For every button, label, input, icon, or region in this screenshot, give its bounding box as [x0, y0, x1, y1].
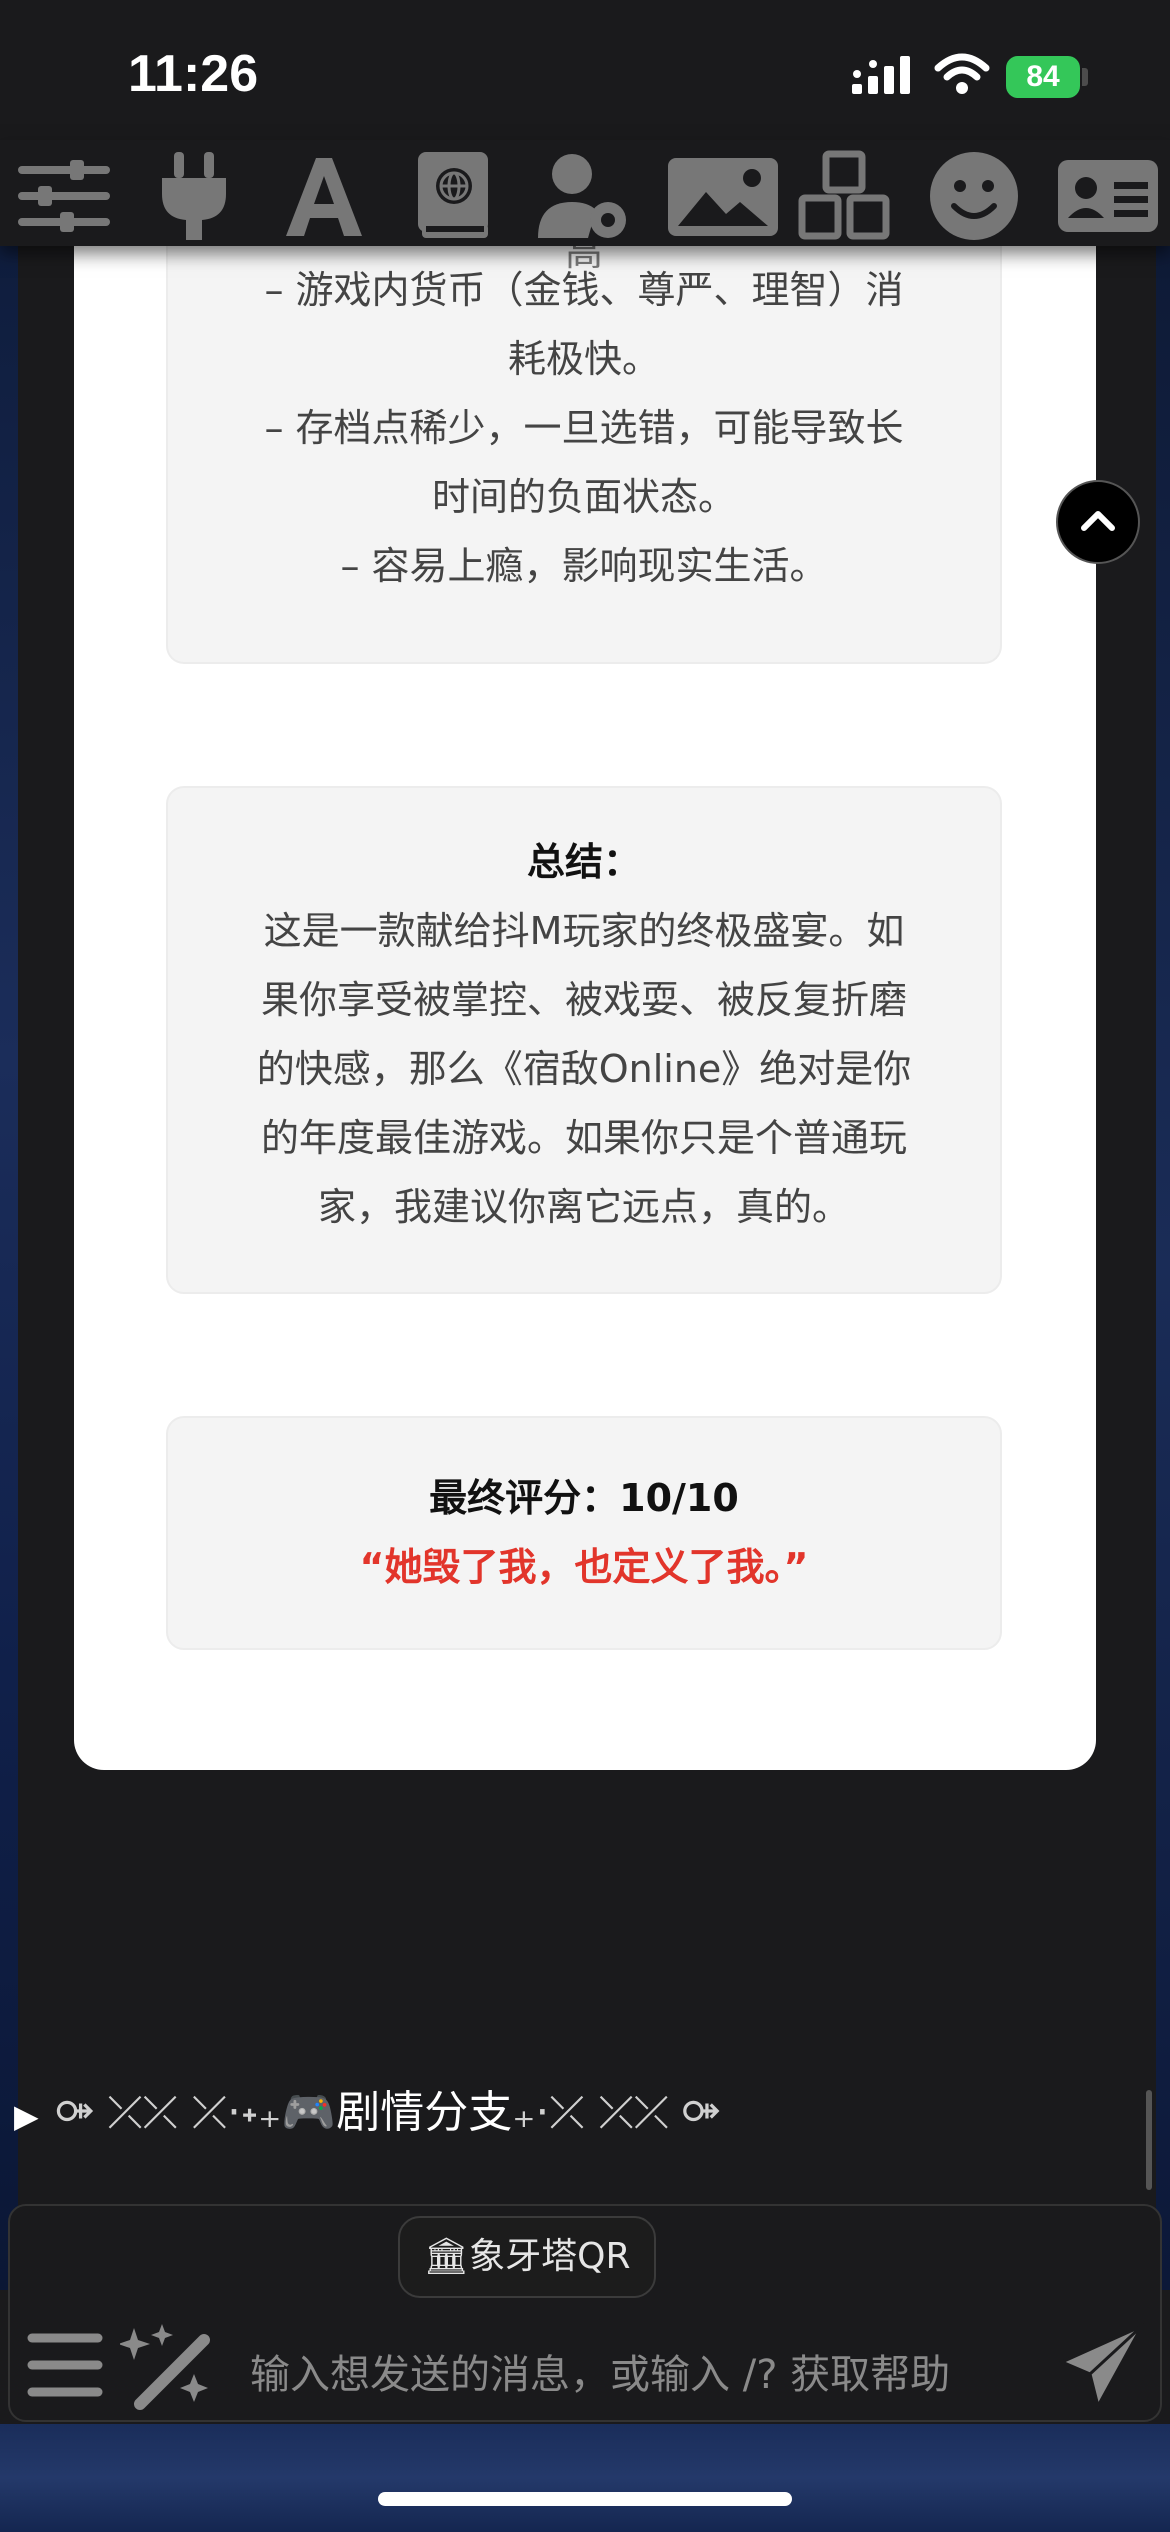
score-box: 最终评分：10/10 “她毁了我，也定义了我。”	[166, 1416, 1002, 1650]
status-time: 11:26	[128, 45, 259, 103]
status-bar: 11:26 84	[0, 0, 1170, 140]
summary-line: 这是一款献给抖M玩家的终极盛宴。如	[263, 909, 905, 953]
id-card-icon[interactable]	[1056, 148, 1160, 244]
sliders-icon[interactable]	[16, 148, 112, 244]
story-branch-toggle[interactable]: ▶ ⚩ ⤫⤫ ⤫·˖₊🎮剧情分支₊·⤫ ⤫⤫ ⚩	[14, 2076, 720, 2140]
summary-line: 家，我建议你离它远点，真的。	[317, 1185, 850, 1229]
background-left-strip	[0, 240, 18, 2290]
branch-deco-right: ₊·⤫ ⤫⤫ ⚩	[512, 2087, 720, 2138]
plug-icon[interactable]	[146, 148, 242, 244]
wifi-icon	[934, 52, 990, 100]
battery-tip	[1082, 68, 1088, 86]
magic-wand-icon[interactable]	[118, 2322, 216, 2416]
cons-line: – 容易上瘾，影响现实生活。	[340, 544, 828, 588]
cons-line: 耗极快。	[507, 337, 660, 381]
summary-line: 果你享受被掌控、被戏耍、被反复折磨	[260, 978, 907, 1022]
image-icon[interactable]	[666, 148, 780, 244]
cellular-signal-icon	[852, 56, 916, 100]
send-icon[interactable]	[1058, 2322, 1146, 2414]
book-globe-icon[interactable]	[406, 148, 502, 244]
top-toolbar	[0, 140, 1170, 246]
score-title: 最终评分：10/10	[429, 1476, 739, 1520]
summary-box: 总结： 这是一款献给抖M玩家的终极盛宴。如 果你享受被掌控、被戏耍、被反复折磨 …	[166, 786, 1002, 1294]
cons-line: – 存档点稀少，一旦选错，可能导致长	[264, 406, 904, 450]
branch-deco-left: ⚩ ⤫⤫ ⤫·˖₊	[56, 2087, 282, 2138]
smiley-icon[interactable]	[926, 148, 1022, 244]
font-icon[interactable]	[276, 148, 372, 244]
menu-icon[interactable]	[26, 2330, 104, 2404]
branch-label: 剧情分支	[336, 2087, 513, 2138]
summary-line: 的年度最佳游戏。如果你只是个普通玩	[260, 1116, 907, 1160]
message-card: 高 – 游戏内货币（金钱、尊严、理智）消 耗极快。 – 存档点稀少，一旦选错，可…	[74, 160, 1096, 1770]
background-bottom-scene	[0, 2424, 1170, 2532]
chevron-up-icon	[1081, 511, 1115, 531]
score-quote: “她毁了我，也定义了我。”	[359, 1545, 809, 1589]
user-gear-icon[interactable]	[536, 148, 632, 244]
scrollbar[interactable]	[1146, 2090, 1152, 2190]
message-input[interactable]: 输入想发送的消息，或输入 /? 获取帮助	[250, 2340, 1030, 2410]
summary-line: 的快感，那么《宿敌Online》绝对是你	[256, 1047, 912, 1091]
background-right-strip	[1156, 240, 1170, 2290]
quick-reply-button[interactable]: 🏛象牙塔QR	[398, 2216, 656, 2298]
scroll-to-top-button[interactable]	[1056, 480, 1140, 564]
cons-line: 时间的负面状态。	[431, 475, 736, 519]
battery-indicator: 84	[1006, 56, 1080, 98]
home-indicator[interactable]	[378, 2492, 792, 2506]
gamepad-emoji: 🎮	[281, 2087, 337, 2138]
summary-title: 总结：	[526, 840, 641, 884]
cubes-icon[interactable]	[796, 148, 892, 244]
disclosure-triangle-icon: ▶	[14, 2097, 39, 2135]
cons-line: – 游戏内货币（金钱、尊严、理智）消	[264, 268, 904, 312]
